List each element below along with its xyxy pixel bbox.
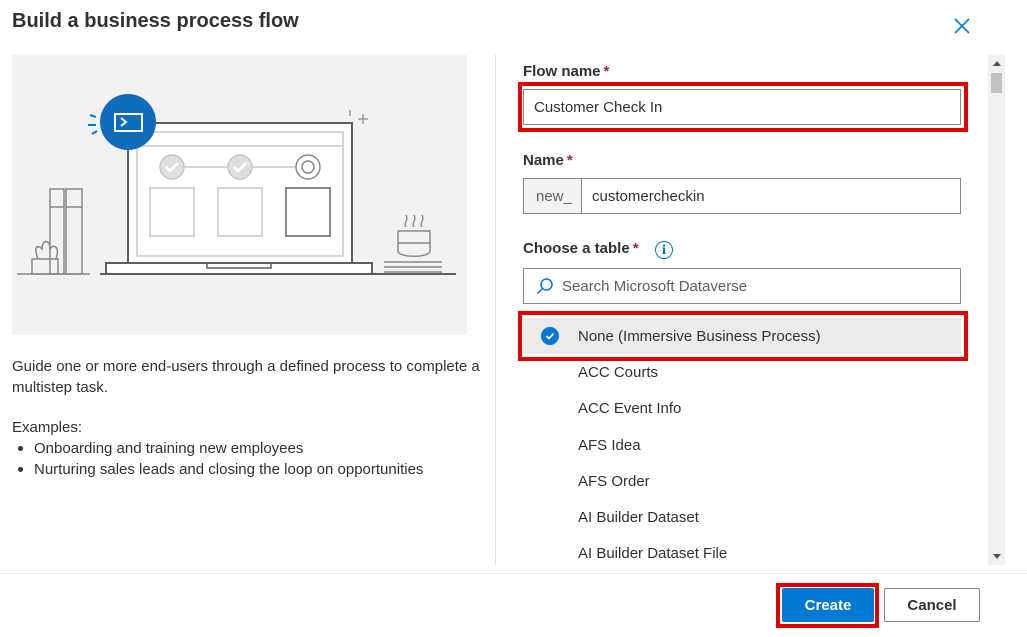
table-option-label: AI Builder Dataset xyxy=(578,509,699,527)
scroll-thumb[interactable] xyxy=(991,73,1002,93)
table-option-label: AFS Idea xyxy=(578,436,641,454)
plant-icon xyxy=(31,240,59,275)
table-option[interactable]: AI Builder Dataset xyxy=(523,499,961,535)
flow-name-input[interactable]: Customer Check In xyxy=(523,89,961,125)
panel-divider xyxy=(495,55,496,565)
close-icon[interactable] xyxy=(950,14,974,38)
flow-name-value: Customer Check In xyxy=(534,98,663,116)
scroll-down-arrow-icon[interactable] xyxy=(988,548,1005,565)
table-option[interactable]: AI Builder Dataset File xyxy=(523,536,961,566)
dialog-title: Build a business process flow xyxy=(12,10,299,32)
example-item: Onboarding and training new employees xyxy=(12,438,423,459)
form-scrollbar[interactable] xyxy=(988,55,1005,565)
coffee-cup-icon xyxy=(384,214,442,273)
flow-name-label-text: Flow name xyxy=(523,63,601,80)
dialog-description: Guide one or more end-users through a de… xyxy=(12,358,480,396)
name-prefix: new_ xyxy=(523,178,581,214)
info-icon[interactable]: i xyxy=(655,241,673,259)
scroll-up-arrow-icon[interactable] xyxy=(988,55,1005,72)
table-label-text: Choose a table xyxy=(523,240,630,257)
flow-name-label: Flow name * xyxy=(523,63,609,80)
power-automate-icon xyxy=(88,94,156,150)
table-label: Choose a table * xyxy=(523,240,639,257)
table-search-input[interactable]: Search Microsoft Dataverse xyxy=(523,268,961,304)
example-item: Nurturing sales leads and closing the lo… xyxy=(12,459,423,480)
required-marker: * xyxy=(603,63,610,80)
table-option-label: ACC Courts xyxy=(578,363,659,381)
name-value: customercheckin xyxy=(592,187,705,205)
table-option[interactable]: AFS Order xyxy=(523,463,961,499)
examples-heading: Examples: xyxy=(12,419,83,436)
table-option[interactable]: AFS Idea xyxy=(523,427,961,463)
required-marker: * xyxy=(632,240,639,257)
table-option-label: AFS Order xyxy=(578,472,650,490)
name-input[interactable]: customercheckin xyxy=(581,178,961,214)
footer-divider xyxy=(0,573,1027,574)
table-option-label: AI Builder Dataset File xyxy=(578,545,728,563)
table-option[interactable]: ACC Event Info xyxy=(523,391,961,427)
illustration xyxy=(12,55,467,335)
examples-list: Onboarding and training new employees Nu… xyxy=(12,438,423,480)
search-icon xyxy=(536,278,553,295)
laptop-icon xyxy=(100,122,456,275)
cancel-button[interactable]: Cancel xyxy=(884,588,980,622)
search-placeholder: Search Microsoft Dataverse xyxy=(562,277,748,295)
name-label: Name * xyxy=(523,152,573,169)
close-button[interactable] xyxy=(950,14,974,38)
table-option-label: ACC Event Info xyxy=(578,400,682,418)
books-icon xyxy=(49,188,83,275)
create-button[interactable]: Create xyxy=(782,588,874,622)
highlight-selected-table xyxy=(518,311,968,361)
required-marker: * xyxy=(566,152,573,169)
name-label-text: Name xyxy=(523,152,564,169)
